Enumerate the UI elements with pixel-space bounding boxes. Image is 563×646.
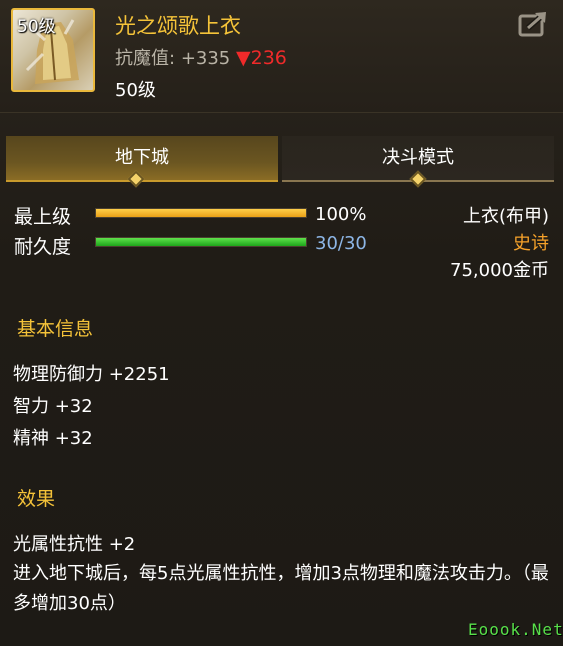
item-name: 光之颂歌上衣 [115,14,241,38]
stat-spirit: 精神 +32 [13,428,93,449]
grade-bar [95,208,307,218]
item-level-badge: 50级 [17,17,56,37]
durability-bar-fill [96,238,306,246]
item-price: 75,000金币 [450,260,549,281]
resist-row: 抗魔值: +335 ▼236 [115,44,287,70]
share-icon [518,11,546,37]
header-divider [0,112,563,113]
item-header: 50级 光之颂歌上衣 抗魔值: +335 ▼236 50级 [0,0,563,112]
watermark: Eoook.Net [468,620,563,639]
level-requirement: 50级 [115,80,156,101]
stat-intelligence: 智力 +32 [13,396,93,417]
durability-value: 30/30 [315,233,367,254]
effect-light-resist: 光属性抗性 +2 [13,534,136,555]
mode-tabs: 地下城 决斗模式 [6,136,557,182]
resist-value: +335 [180,48,231,69]
stat-physical-defense: 物理防御力 +2251 [13,364,170,385]
item-icon: 50级 [11,8,95,92]
item-tooltip: 50级 光之颂歌上衣 抗魔值: +335 ▼236 50级 地下城 决斗模式 最… [0,0,563,646]
durability-label: 耐久度 [14,236,72,258]
grade-label: 最上级 [14,206,72,228]
grade-bar-fill [96,209,306,217]
grade-value: 100% [315,204,367,225]
effect-title: 效果 [17,488,56,510]
basic-info-title: 基本信息 [17,318,94,340]
item-rarity: 史诗 [513,233,549,254]
effect-description: 进入地下城后，每5点光属性抗性，增加3点物理和魔法攻击力。（最多增加30点） [13,563,549,614]
share-button[interactable] [518,10,550,38]
item-type: 上衣(布甲) [462,206,549,227]
resist-label: 抗魔值: [115,48,176,69]
resist-change: ▼236 [236,47,287,69]
durability-bar [95,237,307,247]
tab-dungeon[interactable]: 地下城 [6,136,278,182]
